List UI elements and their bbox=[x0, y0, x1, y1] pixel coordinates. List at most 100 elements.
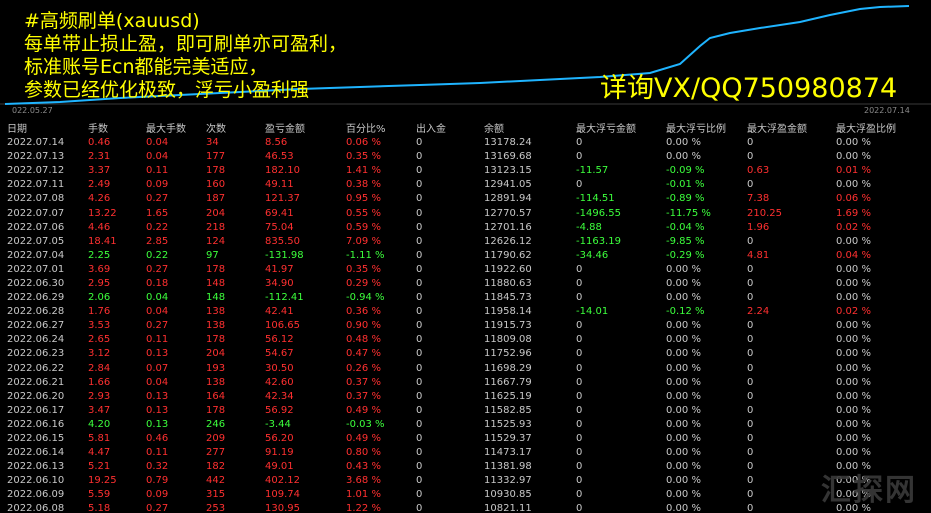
column-header[interactable]: 百分比% bbox=[339, 118, 409, 136]
column-header[interactable]: 出入金 bbox=[409, 118, 477, 136]
table-row[interactable]: 2022.06.17 3.47 0.13 178 56.92 0.49 % 0 11582.8… bbox=[0, 404, 931, 418]
table-cell: 0.32 bbox=[146, 461, 169, 473]
table-cell: 0 bbox=[416, 418, 423, 430]
column-header[interactable]: 最大手数 bbox=[139, 118, 199, 136]
column-header[interactable]: 日期 bbox=[0, 118, 81, 136]
table-cell: 56.92 bbox=[265, 404, 294, 416]
table-row[interactable]: 2022.07.01 3.69 0.27 178 41.97 0.35 % 0 11922.6… bbox=[0, 263, 931, 277]
table-row[interactable]: 2022.07.14 0.46 0.04 34 8.56 0.06 % 0 13178.24 0… bbox=[0, 136, 931, 150]
table-cell: 1.96 bbox=[747, 221, 770, 233]
table-row[interactable]: 2022.06.09 5.59 0.09 315 109.74 1.01 % 0 10930.… bbox=[0, 488, 931, 502]
table-cell: 0 bbox=[747, 418, 754, 430]
table-cell: -1163.19 bbox=[576, 235, 621, 247]
table-cell: 49.11 bbox=[265, 179, 294, 191]
table-row[interactable]: 2022.07.06 4.46 0.22 218 75.04 0.59 % 0 12701.1… bbox=[0, 221, 931, 235]
table-row[interactable]: 2022.07.11 2.49 0.09 160 49.11 0.38 % 0 12941.0… bbox=[0, 178, 931, 192]
table-row[interactable]: 2022.07.04 2.25 0.22 97 -131.98 -1.11 % 0 11790… bbox=[0, 249, 931, 263]
table-row[interactable]: 2022.06.08 5.18 0.27 253 130.95 1.22 % 0 10821.… bbox=[0, 502, 931, 513]
table-row[interactable]: 2022.06.10 19.25 0.79 442 402.12 3.68 % 0 11332… bbox=[0, 474, 931, 488]
table-cell: -0.03 % bbox=[346, 418, 385, 430]
table-row[interactable]: 2022.06.30 2.95 0.18 148 34.90 0.29 % 0 11880.6… bbox=[0, 277, 931, 291]
table-cell: 193 bbox=[206, 362, 226, 374]
column-header[interactable]: 手数 bbox=[81, 118, 139, 136]
table-cell: 0 bbox=[416, 277, 423, 289]
table-cell: 0.00 % bbox=[666, 475, 701, 487]
table-cell: 11525.93 bbox=[484, 418, 532, 430]
table-row[interactable]: 2022.06.29 2.06 0.04 148 -112.41 -0.94 % 0 1184… bbox=[0, 291, 931, 305]
table-cell: 11880.63 bbox=[484, 277, 532, 289]
table-cell: 0 bbox=[416, 151, 423, 163]
table-cell: 49.01 bbox=[265, 461, 294, 473]
table-cell: 0.00 % bbox=[836, 362, 871, 374]
table-cell: 41.97 bbox=[265, 263, 294, 275]
table-row[interactable]: 2022.06.13 5.21 0.32 182 49.01 0.43 % 0 11381.9… bbox=[0, 460, 931, 474]
column-header[interactable]: 盈亏金额 bbox=[258, 118, 339, 136]
contact-text: 详询VX/QQ750980874 bbox=[600, 73, 898, 104]
column-header[interactable]: 最大浮盈金额 bbox=[740, 118, 829, 136]
table-row[interactable]: 2022.06.27 3.53 0.27 138 106.65 0.90 % 0 11915.… bbox=[0, 319, 931, 333]
table-row[interactable]: 2022.07.12 3.37 0.11 178 182.10 1.41 % 0 13123.… bbox=[0, 164, 931, 178]
promo-line-3: 标准账号Ecn都能完美适应， bbox=[24, 56, 268, 78]
table-cell: 0 bbox=[747, 263, 754, 275]
table-cell: 3.68 % bbox=[346, 475, 381, 487]
table-cell: -14.01 bbox=[576, 306, 609, 318]
table-cell: 178 bbox=[206, 404, 226, 416]
table-cell: 2022.06.10 bbox=[7, 475, 65, 487]
table-row[interactable]: 2022.07.07 13.22 1.65 204 69.41 0.55 % 0 12770.… bbox=[0, 206, 931, 220]
table-row[interactable]: 2022.07.13 2.31 0.04 177 46.53 0.35 % 0 13169.6… bbox=[0, 150, 931, 164]
table-row[interactable]: 2022.07.08 4.26 0.27 187 121.37 0.95 % 0 12891.… bbox=[0, 192, 931, 206]
table-cell: 0.79 bbox=[146, 475, 169, 487]
table-cell: 0.11 bbox=[146, 334, 169, 346]
table-cell: 2.25 bbox=[88, 249, 111, 261]
table-cell: 160 bbox=[206, 179, 226, 191]
table-cell: 0.02 % bbox=[836, 306, 871, 318]
table-cell: 0 bbox=[747, 433, 754, 445]
table-cell: 0 bbox=[747, 320, 754, 332]
table-cell: 11915.73 bbox=[484, 320, 532, 332]
table-cell: 0 bbox=[416, 263, 423, 275]
table-cell: 1.01 % bbox=[346, 489, 381, 501]
table-cell: 0.90 % bbox=[346, 320, 381, 332]
column-header[interactable]: 次数 bbox=[199, 118, 258, 136]
table-cell: 4.26 bbox=[88, 193, 111, 205]
table-cell: 0.04 bbox=[146, 151, 169, 163]
table-cell: 138 bbox=[206, 306, 226, 318]
table-cell: 11625.19 bbox=[484, 390, 532, 402]
table-cell: 0 bbox=[416, 334, 423, 346]
table-row[interactable]: 2022.06.28 1.76 0.04 138 42.41 0.36 % 0 11958.1… bbox=[0, 305, 931, 319]
table-cell: 0 bbox=[576, 320, 583, 332]
table-cell: 0.43 % bbox=[346, 461, 381, 473]
table-row[interactable]: 2022.06.15 5.81 0.46 209 56.20 0.49 % 0 11529.3… bbox=[0, 432, 931, 446]
column-header[interactable]: 最大浮盈比例 bbox=[829, 118, 931, 136]
table-cell: 0.47 % bbox=[346, 348, 381, 360]
table-row[interactable]: 2022.06.20 2.93 0.13 164 42.34 0.37 % 0 11625.1… bbox=[0, 390, 931, 404]
table-cell: 75.04 bbox=[265, 221, 294, 233]
table-cell: 0.00 % bbox=[666, 404, 701, 416]
table-cell: 0.29 % bbox=[346, 277, 381, 289]
table-cell: 0.26 % bbox=[346, 362, 381, 374]
table-cell: 209 bbox=[206, 433, 226, 445]
column-header[interactable]: 最大浮亏比例 bbox=[659, 118, 740, 136]
table-cell: 0 bbox=[416, 489, 423, 501]
table-cell: 11667.79 bbox=[484, 376, 532, 388]
table-row[interactable]: 2022.06.24 2.65 0.11 178 56.12 0.48 % 0 11809.0… bbox=[0, 333, 931, 347]
table-row[interactable]: 2022.07.05 18.41 2.85 124 835.50 7.09 % 0 12626… bbox=[0, 235, 931, 249]
table-cell: 0.00 % bbox=[666, 418, 701, 430]
table-cell: 11809.08 bbox=[484, 334, 532, 346]
column-header[interactable]: 最大浮亏金额 bbox=[569, 118, 659, 136]
table-cell: 2022.07.13 bbox=[7, 151, 65, 163]
table-cell: 11332.97 bbox=[484, 475, 532, 487]
table-cell: 2022.06.16 bbox=[7, 418, 65, 430]
chart-start-date: 022.05.27 bbox=[12, 106, 53, 115]
table-row[interactable]: 2022.06.14 4.47 0.11 277 91.19 0.80 % 0 11473.1… bbox=[0, 446, 931, 460]
table-row[interactable]: 2022.06.16 4.20 0.13 246 -3.44 -0.03 % 0 11525.… bbox=[0, 418, 931, 432]
table-cell: 0.27 bbox=[146, 503, 169, 513]
table-cell: 34.90 bbox=[265, 277, 294, 289]
table-cell: 56.12 bbox=[265, 334, 294, 346]
column-header[interactable]: 余额 bbox=[477, 118, 569, 136]
table-row[interactable]: 2022.06.21 1.66 0.04 138 42.60 0.37 % 0 11667.7… bbox=[0, 376, 931, 390]
table-row[interactable]: 2022.06.22 2.84 0.07 193 30.50 0.26 % 0 11698.2… bbox=[0, 362, 931, 376]
table-row[interactable]: 2022.06.23 3.12 0.13 204 54.67 0.47 % 0 11752.9… bbox=[0, 347, 931, 361]
table-cell: 0.80 % bbox=[346, 447, 381, 459]
table-cell: 8.56 bbox=[265, 137, 288, 149]
